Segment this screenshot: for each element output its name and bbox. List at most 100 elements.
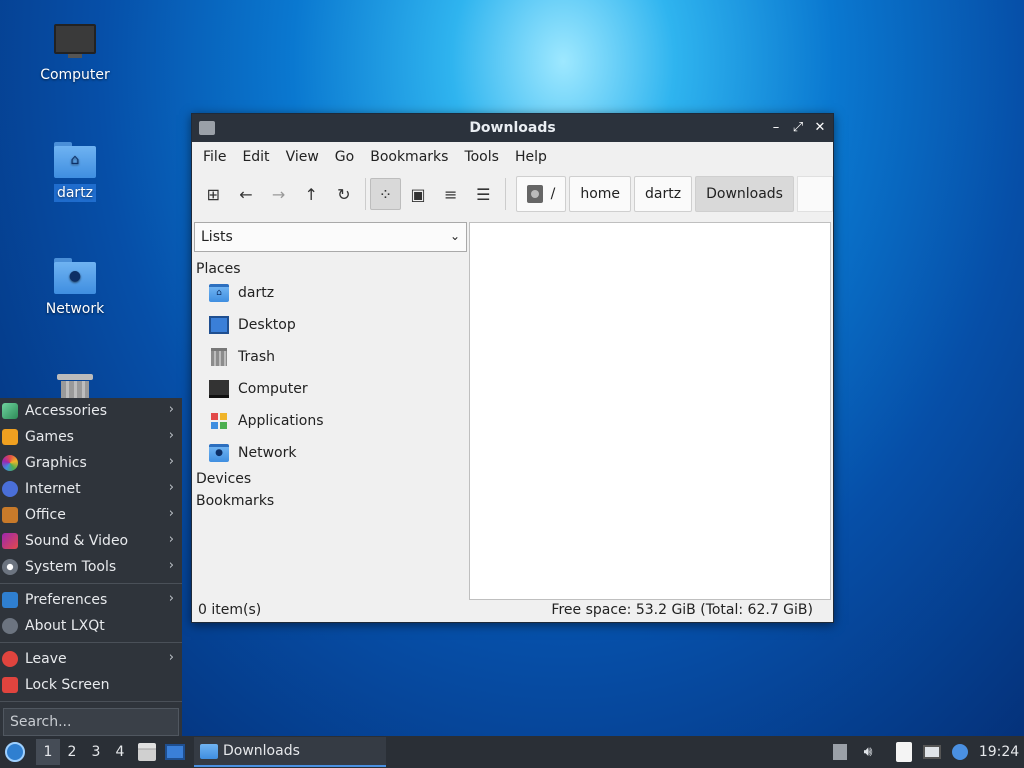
lxqt-logo-icon <box>5 742 25 762</box>
network-folder-icon: ● <box>54 258 96 294</box>
back-button[interactable]: ← <box>231 178 262 210</box>
start-button[interactable] <box>0 736 30 768</box>
place-label: Applications <box>238 413 324 429</box>
menu-label: About LXQt <box>25 618 105 634</box>
menu-accessories[interactable]: Accessories › <box>0 398 182 424</box>
close-button[interactable]: ✕ <box>811 119 829 137</box>
new-tab-button[interactable]: ⊞ <box>198 178 229 210</box>
menu-label: Games <box>25 429 74 445</box>
internet-icon <box>2 481 18 497</box>
chevron-right-icon: › <box>168 480 174 495</box>
applications-icon <box>209 412 229 430</box>
file-cabinet-icon <box>138 743 156 761</box>
menu-bookmarks[interactable]: Bookmarks <box>362 149 456 165</box>
clock[interactable]: 19:24 <box>974 744 1024 760</box>
menu-graphics[interactable]: Graphics › <box>0 450 182 476</box>
desktop-icon <box>209 316 229 334</box>
thumbnail-view-button[interactable]: ▣ <box>403 178 434 210</box>
menu-separator <box>0 701 182 702</box>
menu-label: Preferences <box>25 592 108 608</box>
bookmarks-heading[interactable]: Bookmarks <box>193 487 467 509</box>
menu-go[interactable]: Go <box>327 149 362 165</box>
window-title: Downloads <box>469 120 556 136</box>
place-network[interactable]: ● Network <box>193 437 467 469</box>
task-button-downloads[interactable]: Downloads <box>194 737 386 767</box>
menu-label: Sound & Video <box>25 533 129 549</box>
menu-help[interactable]: Help <box>507 149 555 165</box>
network-folder-icon: ● <box>209 444 229 462</box>
breadcrumb-downloads[interactable]: Downloads <box>695 176 794 212</box>
side-pane-mode-value: Lists <box>201 229 233 245</box>
menu-label: Leave <box>25 651 67 667</box>
place-applications[interactable]: Applications <box>193 405 467 437</box>
arrow-left-icon: ← <box>239 184 253 204</box>
minimize-button[interactable]: – <box>767 119 785 137</box>
tray-arrow-button[interactable] <box>826 738 854 766</box>
status-bar: 0 item(s) Free space: 53.2 GiB (Total: 6… <box>192 598 833 622</box>
taskbar: 1 2 3 4 Downloads 🔊︎ 19:24 <box>0 736 1024 768</box>
desktop-icon-computer[interactable]: Computer <box>25 24 125 84</box>
menu-edit[interactable]: Edit <box>234 149 277 165</box>
menu-games[interactable]: Games › <box>0 424 182 450</box>
menu-preferences[interactable]: Preferences › <box>0 587 182 613</box>
desktop-switch-3[interactable]: 3 <box>84 744 108 760</box>
toolbar-separator <box>365 178 367 210</box>
breadcrumb-root[interactable]: / <box>515 176 567 212</box>
menu-about[interactable]: About LXQt <box>0 613 182 639</box>
menu-tools[interactable]: Tools <box>456 149 507 165</box>
desktop-icon-home[interactable]: ⌂ dartz <box>25 142 125 202</box>
graphics-icon <box>2 455 18 471</box>
menu-system-tools[interactable]: System Tools › <box>0 554 182 580</box>
menu-label: Internet <box>25 481 81 497</box>
network-wired-icon <box>923 745 941 759</box>
quicklaunch-show-desktop[interactable] <box>162 739 188 765</box>
arrow-up-icon: ↑ <box>304 184 318 204</box>
menu-file[interactable]: File <box>195 149 234 165</box>
task-label: Downloads <box>223 743 300 759</box>
place-computer[interactable]: Computer <box>193 373 467 405</box>
breadcrumb-home[interactable]: home <box>569 176 632 212</box>
devices-heading[interactable]: Devices <box>193 469 467 487</box>
new-tab-icon: ⊞ <box>206 184 221 204</box>
menu-lock-screen[interactable]: Lock Screen <box>0 672 182 698</box>
folder-icon <box>199 121 215 135</box>
place-trash[interactable]: Trash <box>193 341 467 373</box>
maximize-button[interactable]: ⤢ <box>789 119 807 137</box>
update-icon <box>952 744 968 760</box>
places-heading[interactable]: Places <box>193 252 467 277</box>
menu-internet[interactable]: Internet › <box>0 476 182 502</box>
place-desktop[interactable]: Desktop <box>193 309 467 341</box>
forward-button[interactable]: → <box>263 178 294 210</box>
icon-view-button[interactable]: ⁘ <box>370 178 401 210</box>
desktop-icon-network[interactable]: ● Network <box>25 258 125 318</box>
menu-sound-video[interactable]: Sound & Video › <box>0 528 182 554</box>
menu-label: Office <box>25 507 66 523</box>
menu-search-input[interactable] <box>10 714 178 730</box>
update-notifier-button[interactable] <box>946 738 974 766</box>
reload-icon: ↻ <box>337 184 351 204</box>
menu-office[interactable]: Office › <box>0 502 182 528</box>
clipboard-button[interactable] <box>890 738 918 766</box>
menu-separator <box>0 583 182 584</box>
detail-view-button[interactable]: ☰ <box>468 178 499 210</box>
place-label: dartz <box>238 285 275 301</box>
power-icon <box>2 651 18 667</box>
side-pane-mode-select[interactable]: Lists ⌄ <box>194 222 467 252</box>
up-button[interactable]: ↑ <box>296 178 327 210</box>
volume-button[interactable]: 🔊︎ <box>854 738 882 766</box>
menu-view[interactable]: View <box>278 149 327 165</box>
lock-icon <box>2 677 18 693</box>
desktop-switch-1[interactable]: 1 <box>36 739 60 765</box>
menu-leave[interactable]: Leave › <box>0 646 182 672</box>
breadcrumb-dartz[interactable]: dartz <box>634 176 693 212</box>
compact-view-button[interactable]: ≡ <box>435 178 466 210</box>
desktop-switch-2[interactable]: 2 <box>60 744 84 760</box>
title-bar[interactable]: Downloads – ⤢ ✕ <box>192 114 833 142</box>
folder-icon <box>200 743 218 759</box>
folder-view[interactable] <box>469 222 831 600</box>
quicklaunch-file-manager[interactable] <box>134 739 160 765</box>
desktop-switch-4[interactable]: 4 <box>108 744 132 760</box>
place-dartz[interactable]: ⌂ dartz <box>193 277 467 309</box>
reload-button[interactable]: ↻ <box>329 178 360 210</box>
network-button[interactable] <box>918 738 946 766</box>
